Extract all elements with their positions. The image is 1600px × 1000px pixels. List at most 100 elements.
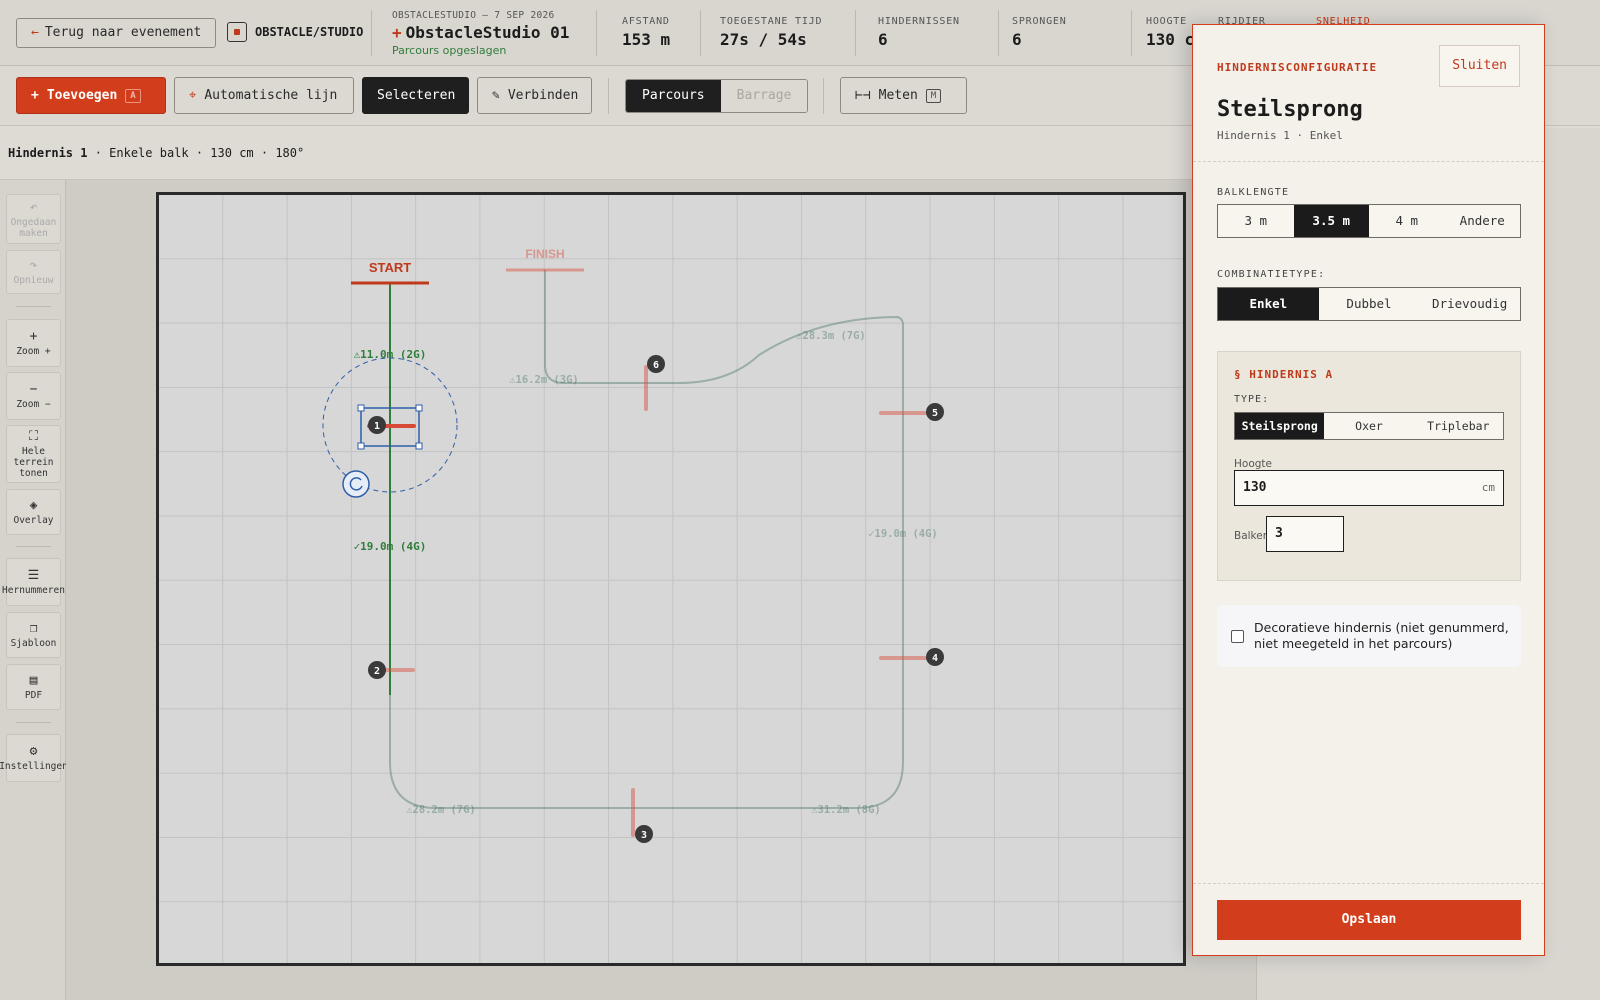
resize-handle[interactable] bbox=[415, 442, 423, 450]
divider bbox=[855, 10, 856, 56]
resize-handle[interactable] bbox=[415, 404, 423, 412]
combination-option[interactable]: Dubbel bbox=[1319, 288, 1420, 320]
auto-line-button[interactable]: ⌖ Automatische lijn bbox=[174, 77, 354, 114]
combination-option[interactable]: Drievoudig bbox=[1419, 288, 1520, 320]
divider bbox=[1131, 10, 1132, 56]
redo-icon: ↷ bbox=[29, 258, 38, 273]
bars-input[interactable]: 3 bbox=[1266, 516, 1344, 552]
settings-button[interactable]: ⚙ Instellingen bbox=[0, 734, 68, 782]
start-label: START bbox=[369, 260, 411, 275]
obstacle-number: 2 bbox=[374, 666, 380, 677]
redo-button[interactable]: ↷ Opnieuw bbox=[6, 250, 61, 294]
event-title: + ObstacleStudio 01 bbox=[392, 23, 569, 42]
brand-logo-icon bbox=[227, 22, 247, 42]
divider bbox=[823, 78, 824, 114]
divider bbox=[596, 10, 597, 56]
renumber-button[interactable]: ☰ Hernummeren bbox=[2, 558, 65, 606]
brand-label: OBSTACLE/STUDIO bbox=[255, 25, 364, 39]
fit-label: Hele terrein tonen bbox=[13, 446, 54, 479]
panel-subtitle: Hindernis 1 · Enkel bbox=[1217, 129, 1343, 142]
bars-label: Balken bbox=[1234, 530, 1270, 542]
redo-label: Opnieuw bbox=[13, 275, 54, 286]
mode-barrage-tab[interactable]: Barrage bbox=[720, 80, 808, 112]
fit-field-button[interactable]: ⛶ Hele terrein tonen bbox=[6, 425, 61, 483]
height-input[interactable]: 130 cm bbox=[1234, 470, 1504, 506]
mode-parcours-tab[interactable]: Parcours bbox=[626, 80, 721, 112]
finish-group: FINISH bbox=[506, 247, 584, 272]
pdf-icon: ▤ bbox=[29, 673, 38, 688]
selected-obstacle-details: · Enkele balk · 130 cm · 180° bbox=[87, 146, 305, 160]
pdf-label: PDF bbox=[24, 690, 43, 701]
beam-length-option[interactable]: 4 m bbox=[1369, 205, 1445, 237]
add-label: Toevoegen bbox=[46, 88, 118, 103]
connect-tool-button[interactable]: ✎ Verbinden bbox=[477, 77, 592, 114]
auto-line-label: Automatische lijn bbox=[204, 88, 338, 103]
overlay-button[interactable]: ◈ Overlay bbox=[6, 489, 61, 535]
panel-footer: Opslaan bbox=[1193, 883, 1544, 955]
finish-label: FINISH bbox=[525, 247, 564, 261]
connect-label: Verbinden bbox=[507, 88, 579, 103]
select-tool-button[interactable]: Selecteren bbox=[362, 77, 469, 114]
zoom-out-label: Zoom − bbox=[16, 399, 51, 410]
beam-length-option-selected[interactable]: 3.5 m bbox=[1293, 205, 1369, 237]
obstacle-config-panel: HINDERNISCONFIGURATIE Sluiten Steilspron… bbox=[1192, 24, 1545, 956]
numbered-list-icon: ☰ bbox=[27, 568, 40, 583]
measure-label: Meten bbox=[878, 88, 918, 103]
type-option[interactable]: Triplebar bbox=[1414, 413, 1503, 439]
plus-icon: + bbox=[31, 88, 39, 103]
combination-option-selected[interactable]: Enkel bbox=[1218, 288, 1319, 320]
undo-label: Ongedaan maken bbox=[10, 216, 57, 239]
beam-length-option[interactable]: Andere bbox=[1445, 205, 1521, 237]
arena-field[interactable]: START FINISH ⚠11.0m (2G) ✓19.0m (4G) ⚠28… bbox=[156, 192, 1186, 966]
beam-length-selector: 3 m 3.5 m 4 m Andere bbox=[1217, 204, 1521, 238]
arrow-left-icon: ← bbox=[31, 25, 39, 40]
selected-obstacle-name: Hindernis 1 bbox=[8, 146, 88, 160]
close-panel-button[interactable]: Sluiten bbox=[1439, 45, 1520, 87]
obstacle-number: 6 bbox=[653, 360, 659, 371]
obstacle-a-card: § HINDERNIS A TYPE: Steilsprong Oxer Tri… bbox=[1217, 351, 1521, 581]
stat-value: 27s / 54s bbox=[720, 30, 807, 49]
stat-value: 153 m bbox=[622, 30, 671, 49]
combination-type-selector: Enkel Dubbel Drievoudig bbox=[1217, 287, 1521, 321]
course-icon: + bbox=[392, 23, 402, 42]
segment-label: ⚠28.2m (7G) bbox=[406, 804, 476, 816]
stat-label: TOEGESTANE TIJD bbox=[720, 16, 823, 27]
resize-handle[interactable] bbox=[357, 442, 365, 450]
back-to-event-button[interactable]: ← Terug naar evenement bbox=[16, 18, 217, 48]
beam-length-option[interactable]: 3 m bbox=[1218, 205, 1294, 237]
type-option-selected[interactable]: Steilsprong bbox=[1235, 413, 1325, 439]
rotate-handle[interactable] bbox=[342, 470, 370, 498]
template-label: Sjabloon bbox=[10, 638, 57, 649]
pdf-button[interactable]: ▤ PDF bbox=[6, 664, 61, 710]
resize-handle[interactable] bbox=[357, 404, 365, 412]
divider bbox=[608, 78, 609, 114]
zoom-in-button[interactable]: + Zoom + bbox=[6, 319, 61, 367]
undo-button[interactable]: ↶ Ongedaan maken bbox=[6, 194, 61, 244]
obstacle-number: 5 bbox=[932, 408, 938, 419]
rail-divider bbox=[16, 546, 51, 547]
add-obstacle-button[interactable]: + Toevoegen A bbox=[16, 77, 166, 114]
type-label: TYPE: bbox=[1234, 394, 1270, 405]
decorative-checkbox[interactable] bbox=[1231, 629, 1244, 643]
stat-value: 6 bbox=[878, 30, 888, 49]
event-eyebrow: OBSTACLESTUDIO — 7 SEP 2026 bbox=[392, 10, 555, 21]
beam-length-label: BALKLENGTE bbox=[1217, 187, 1290, 198]
save-button[interactable]: Opslaan bbox=[1217, 900, 1521, 940]
segment-label: ⚠28.3m (7G) bbox=[796, 330, 866, 342]
type-option[interactable]: Oxer bbox=[1324, 413, 1413, 439]
zoom-in-label: Zoom + bbox=[16, 346, 51, 357]
event-title-text: ObstacleStudio 01 bbox=[405, 23, 570, 42]
panel-divider bbox=[1193, 161, 1544, 162]
template-button[interactable]: ❐ Sjabloon bbox=[6, 612, 61, 658]
obstacle-type-selector: Steilsprong Oxer Triplebar bbox=[1234, 412, 1504, 440]
rail-divider bbox=[16, 722, 51, 723]
stat-label: HINDERNISSEN bbox=[878, 16, 960, 27]
segment-label: ⚠31.2m (8G) bbox=[811, 804, 881, 816]
height-label: Hoogte bbox=[1234, 458, 1272, 470]
tool-rail: ↶ Ongedaan maken ↷ Opnieuw + Zoom + − Zo… bbox=[0, 180, 68, 1000]
segment-label: ⚠16.2m (3G) bbox=[509, 374, 579, 386]
stat-jumps: SPRONGEN 6 bbox=[1012, 16, 1067, 49]
measure-tool-button[interactable]: ⊢⊣ Meten M bbox=[840, 77, 967, 114]
brand: OBSTACLE/STUDIO bbox=[227, 22, 363, 42]
zoom-out-button[interactable]: − Zoom − bbox=[6, 372, 61, 420]
